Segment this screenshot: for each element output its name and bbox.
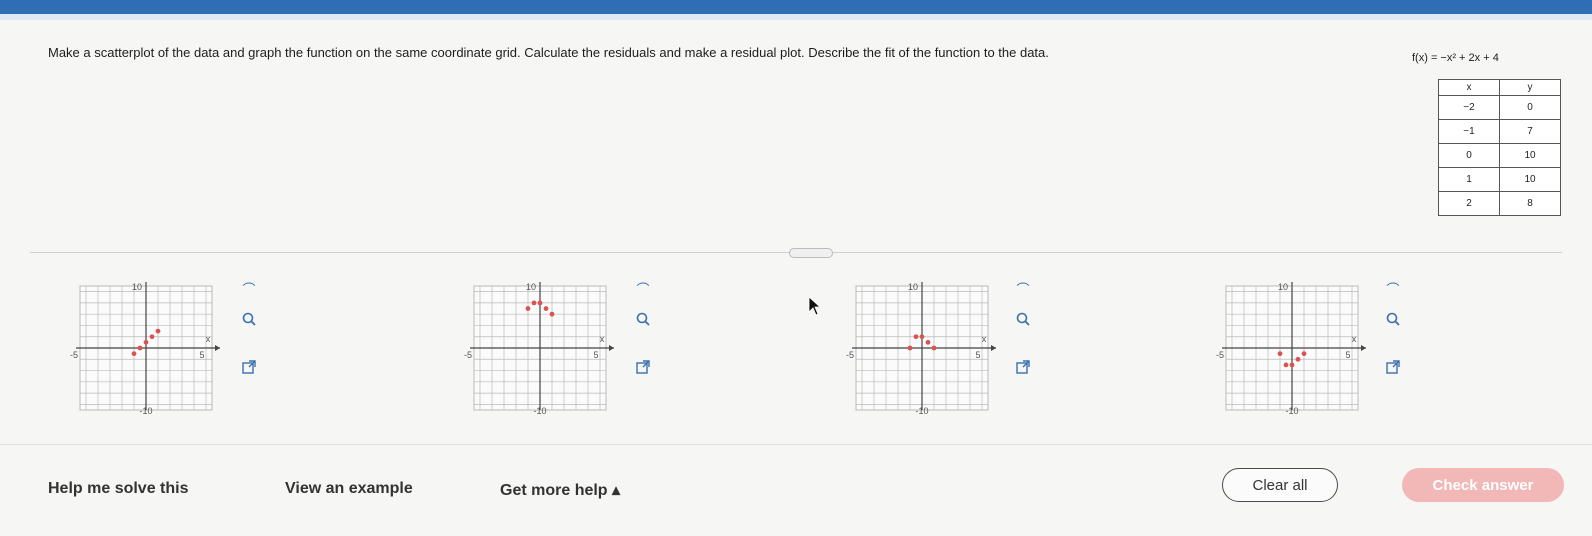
x-min-label: -5: [70, 350, 78, 360]
x-min-label: -5: [846, 350, 854, 360]
graph-c-undo-icon[interactable]: ⌒: [1010, 280, 1036, 300]
y-max-label: 10: [1278, 282, 1288, 292]
x-max-label: 5: [1345, 350, 1350, 360]
graph-d-undo-icon[interactable]: ⌒: [1380, 280, 1406, 300]
plot-point: [131, 351, 137, 357]
table-header-row: x y: [1438, 79, 1561, 96]
plot-point: [149, 334, 155, 340]
table-cell-y: 7: [1499, 119, 1561, 144]
table-cell-y: 0: [1499, 95, 1561, 120]
plot-point: [931, 345, 937, 351]
table-cell-x: 1: [1438, 167, 1500, 192]
plot-point: [549, 311, 555, 317]
check-answer-button[interactable]: Check answer: [1402, 468, 1564, 502]
graph-d-expand-icon[interactable]: [1380, 358, 1406, 378]
divider-resize-handle[interactable]: [789, 248, 833, 258]
plot-point: [1277, 351, 1283, 357]
graph-b-plot: 10 -10 -5 5x: [464, 282, 614, 416]
function-label: f(x) = −x² + 2x + 4: [1412, 52, 1499, 64]
graph-option-b[interactable]: 10 -10 -5 5 x: [454, 280, 614, 420]
table-cell-x: −2: [1438, 95, 1500, 120]
x-axis-label: x: [206, 334, 211, 344]
footer-separator: [0, 444, 1592, 445]
table-header-x: x: [1438, 79, 1500, 96]
y-max-label: 10: [526, 282, 536, 292]
table-cell-x: 2: [1438, 191, 1500, 216]
data-table: x y −2 0 −1 7 0 10 1 10 28: [1438, 79, 1561, 216]
graph-c-zoom-icon[interactable]: [1010, 310, 1036, 330]
plot-point: [155, 328, 161, 334]
table-cell-y: 8: [1499, 191, 1561, 216]
graph-c-expand-icon[interactable]: [1010, 358, 1036, 378]
plot-point: [913, 334, 919, 340]
plot-point: [1301, 351, 1307, 357]
graph-b-expand-icon[interactable]: [630, 358, 656, 378]
y-min-label: -10: [915, 406, 928, 416]
x-max-label: 5: [199, 350, 204, 360]
table-cell-y: 10: [1499, 167, 1561, 192]
plot-point: [137, 345, 143, 351]
table-row: −2 0: [1438, 95, 1561, 120]
mouse-pointer-icon: [808, 296, 822, 316]
table-cell-x: 0: [1438, 143, 1500, 168]
y-min-label: -10: [533, 406, 546, 416]
graph-d-zoom-icon[interactable]: [1380, 310, 1406, 330]
x-axis-label: x: [1352, 334, 1357, 344]
table-header-y: y: [1499, 79, 1561, 96]
question-prompt: Make a scatterplot of the data and graph…: [48, 45, 1049, 60]
clear-all-button[interactable]: Clear all: [1222, 468, 1338, 502]
table-row: 1 10: [1438, 167, 1561, 192]
plot-point: [525, 306, 531, 311]
plot-point: [1283, 362, 1289, 368]
y-min-label: -10: [139, 406, 152, 416]
plot-point: [543, 306, 549, 311]
plot-point: [143, 339, 149, 345]
table-cell-x: −1: [1438, 119, 1500, 144]
x-min-label: -5: [464, 350, 472, 360]
y-max-label: 10: [908, 282, 918, 292]
x-axis-arrow: [609, 345, 614, 351]
get-more-help-link[interactable]: Get more help ▴: [500, 480, 620, 500]
graph-b-undo-icon[interactable]: ⌒: [630, 280, 656, 300]
graph-a-zoom-icon[interactable]: [236, 310, 262, 330]
plot-point: [1295, 356, 1301, 362]
x-axis-arrow: [991, 345, 996, 351]
graph-a-plot: 10 -10 -5 5x: [70, 282, 220, 416]
top-bar-strip: [0, 14, 1592, 20]
plot-point: [907, 345, 913, 351]
top-bar: [0, 0, 1592, 20]
x-axis-label: x: [982, 334, 987, 344]
x-min-label: -5: [1216, 350, 1224, 360]
help-me-solve-link[interactable]: Help me solve this: [48, 480, 189, 498]
plot-point: [1289, 362, 1295, 368]
y-max-label: 10: [132, 282, 142, 292]
x-axis-arrow: [215, 345, 220, 351]
graph-option-a[interactable]: 10 -10 -5 5 x: [60, 280, 220, 420]
table-row: 28: [1438, 191, 1561, 216]
plot-point: [919, 334, 925, 340]
plot-point: [531, 300, 537, 306]
y-min-label: -10: [1285, 406, 1298, 416]
graph-a-undo-icon[interactable]: ⌒: [236, 280, 262, 300]
table-row: −1 7: [1438, 119, 1561, 144]
x-max-label: 5: [975, 350, 980, 360]
table-row: 0 10: [1438, 143, 1561, 168]
graph-option-c[interactable]: 10 -10 -5 5 x: [836, 280, 996, 420]
graph-a-expand-icon[interactable]: [236, 358, 262, 378]
graph-b-zoom-icon[interactable]: [630, 310, 656, 330]
x-max-label: 5: [593, 350, 598, 360]
plot-point: [537, 300, 543, 306]
table-cell-y: 10: [1499, 143, 1561, 168]
graph-option-d[interactable]: 10 -10 -5 5 x: [1206, 280, 1366, 420]
view-example-link[interactable]: View an example: [285, 480, 413, 498]
graph-d-plot: 10 -10 -5 5x: [1216, 282, 1366, 416]
plot-point: [925, 339, 931, 345]
x-axis-label: x: [600, 334, 605, 344]
x-axis-arrow: [1361, 345, 1366, 351]
graph-c-plot: 10 -10 -5 5x: [846, 282, 996, 416]
